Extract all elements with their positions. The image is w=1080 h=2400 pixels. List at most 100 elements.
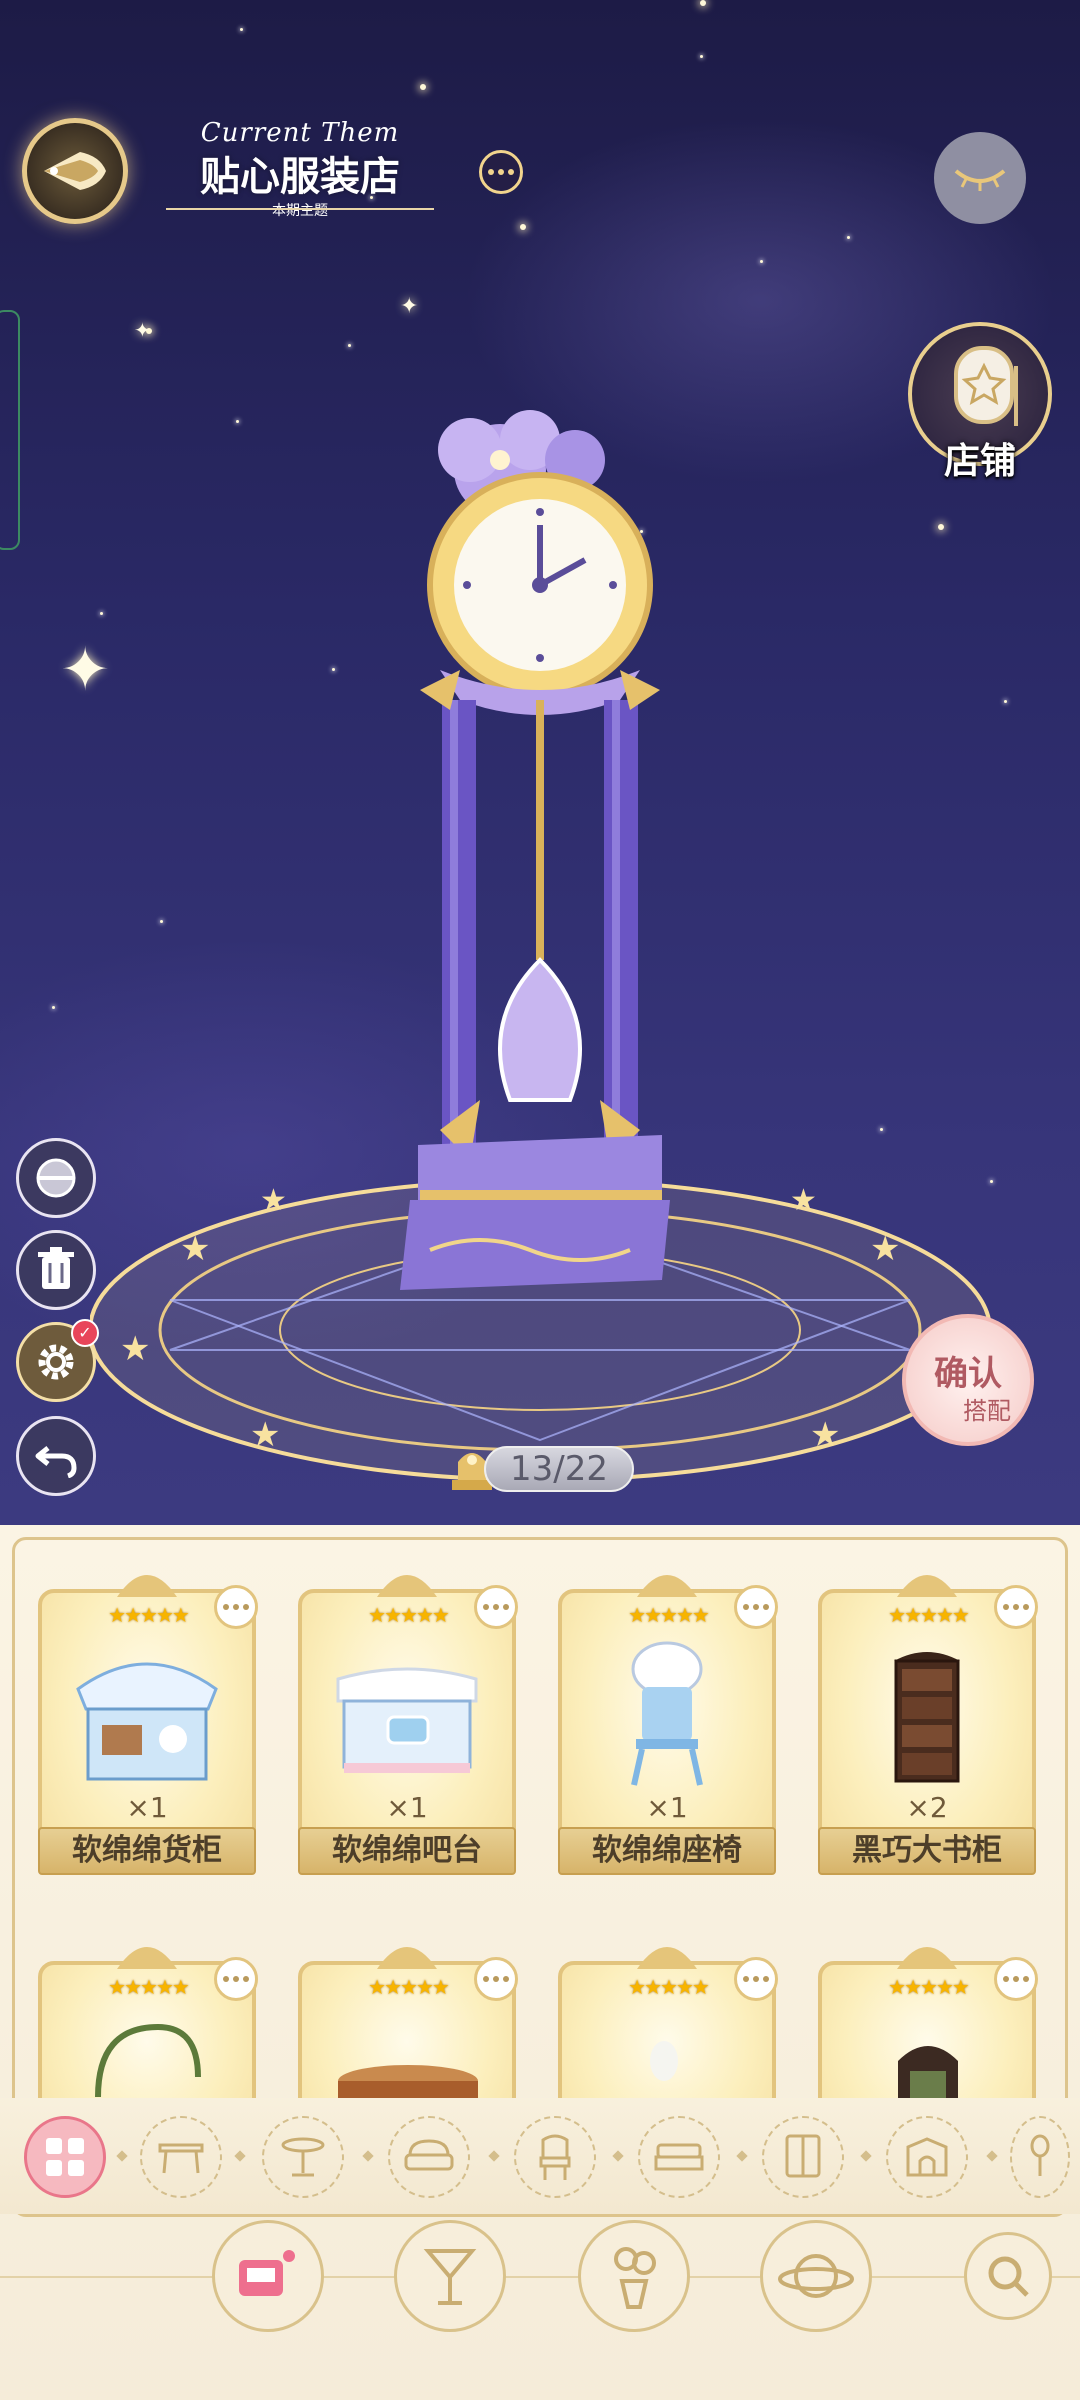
rarity-stars: ★★★★★ [888,1603,970,1627]
category-cabinet[interactable] [762,2116,844,2198]
sparkle-icon: ✦ [134,318,151,342]
category-chair[interactable] [514,2116,596,2198]
chair-icon [539,2134,571,2180]
rarity-stars: ★★★★★ [628,1603,710,1627]
item-card[interactable]: ★★★★★ ×1 软绵绵货柜 [38,1559,258,1875]
crown-crest-icon [117,1947,177,1969]
table-icon [158,2143,204,2174]
card-more-button[interactable] [214,1585,258,1629]
svg-text:★: ★ [870,1229,900,1269]
storefront-icon [954,346,1018,426]
category-bed[interactable] [638,2116,720,2198]
gear-icon [38,1344,74,1380]
category-all[interactable] [24,2116,106,2198]
wing-back-icon [44,152,106,190]
more-dots-icon [488,169,514,175]
item-card[interactable]: ★★★★★ ×1 软绵绵吧台 [298,1559,518,1875]
more-dots-icon [1003,1976,1029,1982]
round-table-icon [281,2137,325,2177]
trash-icon [38,1247,74,1289]
card-more-button[interactable] [734,1957,778,2001]
card-more-button[interactable] [214,1957,258,2001]
svg-text:★: ★ [250,1415,280,1455]
star [240,28,243,31]
card-more-button[interactable] [474,1957,518,2001]
card-more-button[interactable] [994,1957,1038,2001]
confirm-button[interactable]: 确认 搭配 [902,1314,1034,1446]
item-name: 软绵绵货柜 [38,1827,256,1875]
more-dots-icon [1003,1604,1029,1610]
all-icon [46,2138,84,2176]
sparkle-icon: ✦ [60,635,111,705]
soft-cabinet-icon [76,1662,218,1781]
star [847,236,850,239]
more-dots-icon [483,1604,509,1610]
crown-crest-icon [637,1947,697,1969]
star [420,84,426,90]
card-more-button[interactable] [734,1585,778,1629]
flower-icon [614,2247,656,2309]
furniture-icon [239,2250,295,2296]
back-button[interactable] [22,118,128,224]
half-circle-icon [36,1158,76,1198]
delete-button[interactable] [16,1230,96,1310]
rarity-stars: ★★★★★ [888,1975,970,1999]
fireplace-icon [906,2137,948,2177]
svg-text:★: ★ [180,1229,210,1269]
more-dots-icon [223,1976,249,1982]
drink-icon [423,2249,477,2305]
undo-button[interactable] [16,1416,96,1496]
item-quantity: ×1 [126,1791,168,1824]
card-more-button[interactable] [474,1585,518,1629]
category-lamp[interactable] [1010,2116,1070,2198]
nav-flower[interactable] [578,2220,690,2332]
more-dots-icon [743,1976,769,1982]
category-sofa[interactable] [388,2116,470,2198]
check-badge-icon: ✓ [71,1319,99,1347]
card-more-button[interactable] [994,1585,1038,1629]
bed-icon [654,2143,704,2171]
confirm-label: 确认 [934,1354,1002,1394]
counter-value: 13/22 [484,1446,634,1492]
nav-planet[interactable] [760,2220,872,2332]
item-name: 黑巧大书柜 [818,1827,1036,1875]
nav-drink[interactable] [394,2220,506,2332]
item-name: 软绵绵座椅 [558,1827,776,1875]
sofa-icon [404,2139,454,2171]
category-table[interactable] [140,2116,222,2198]
pendulum-clock-model[interactable] [400,400,680,1300]
search-icon [988,2256,1029,2297]
more-dots-icon [743,1604,769,1610]
crown-crest-icon [377,1575,437,1597]
star [760,260,763,263]
side-drawer-handle[interactable] [0,310,20,550]
star [52,1006,55,1009]
item-card[interactable]: ★★★★★ ×2 黑巧大书柜 [818,1559,1038,1875]
crown-crest-icon [897,1575,957,1597]
more-dots-icon [483,1976,509,1982]
category-fireplace[interactable] [886,2116,968,2198]
closed-eye-icon [954,169,1006,191]
category-round-table[interactable] [262,2116,344,2198]
crown-crest-icon [377,1947,437,1969]
star [520,224,526,230]
settings-button[interactable]: ✓ [16,1319,99,1402]
search-button[interactable] [964,2232,1052,2320]
scene-viewport[interactable]: ✦ ✦ ✦ Current Them 贴心服装店 本期主题 店铺 ★ ★ ★ ★… [0,0,1080,1525]
star [880,1128,883,1131]
theme-more-button[interactable] [479,150,523,194]
item-card[interactable]: ★★★★★ ×1 软绵绵座椅 [558,1559,778,1875]
dark-bookcase-icon [894,1652,960,1783]
star [332,668,335,671]
star [1004,700,1007,703]
crown-crest-icon [637,1575,697,1597]
furniture-counter: 13/22 [444,1440,640,1496]
item-name: 软绵绵吧台 [298,1827,516,1875]
crown-crest-icon [117,1575,177,1597]
undo-arrow-icon [35,1446,77,1478]
hide-ui-button[interactable] [934,132,1026,224]
theme-divider [166,208,434,210]
soft-chair-icon [631,1641,703,1786]
nav-furniture[interactable] [212,2220,324,2332]
flip-button[interactable] [16,1138,96,1218]
